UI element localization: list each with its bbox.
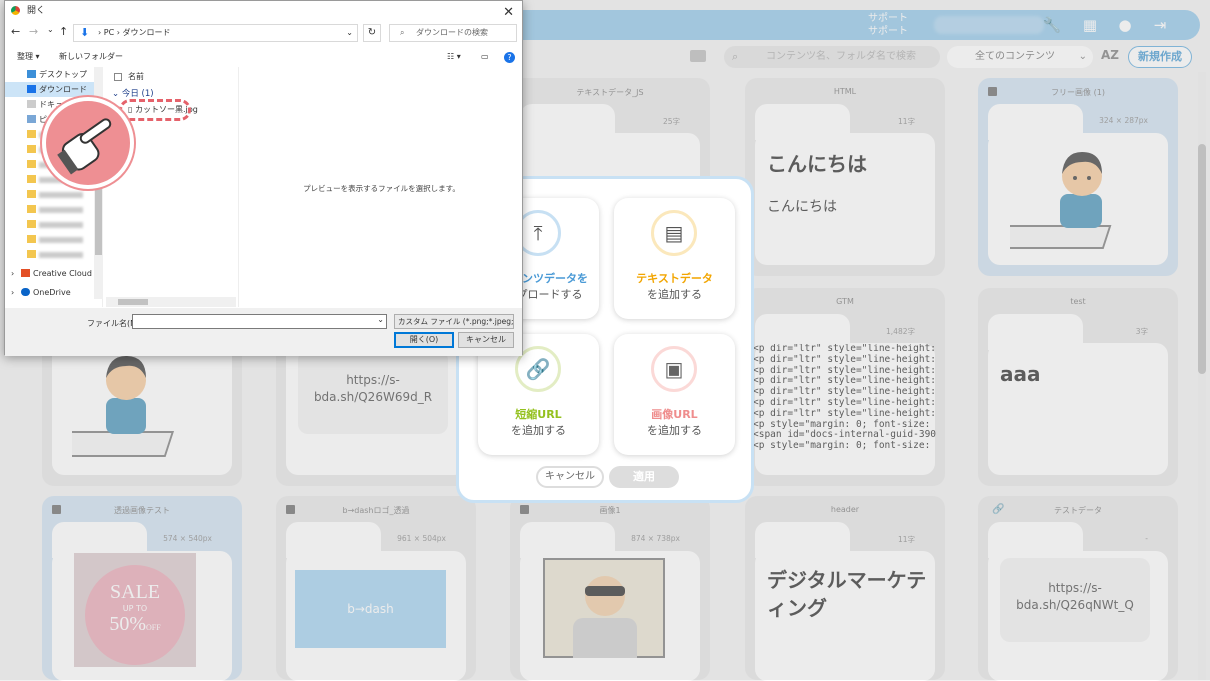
dialog-titlebar: 開く ✕	[5, 1, 522, 21]
group-header[interactable]: ⌄ 今日 (1)	[112, 87, 154, 99]
nav-item-folder[interactable]	[5, 247, 102, 262]
chevron-down-icon: ⌄	[377, 315, 384, 324]
nav-item-folder[interactable]	[5, 202, 102, 217]
new-folder-button[interactable]: 新しいフォルダー	[59, 47, 123, 67]
cancel-button[interactable]: キャンセル	[536, 466, 604, 488]
apply-button[interactable]: 適用	[609, 466, 679, 488]
chevron-down-icon: ⌄	[346, 28, 353, 37]
chrome-icon	[10, 5, 21, 16]
help-icon[interactable]: ?	[504, 52, 515, 63]
dialog-search-input[interactable]: ⌕ ダウンロードの検索	[389, 24, 517, 42]
nav-item-folder[interactable]	[5, 217, 102, 232]
filetype-select[interactable]: カスタム ファイル (*.png;*.jpeg;*.jp	[394, 314, 514, 329]
nav-item-desktop[interactable]: デスクトップ	[5, 67, 102, 82]
nav-item-downloads[interactable]: ダウンロード	[5, 82, 102, 97]
address-bar[interactable]: ⬇ › PC › ダウンロード ⌄	[73, 24, 358, 42]
add-image-url-option[interactable]: ▣ 画像URL を追加する	[614, 334, 735, 455]
forward-icon[interactable]: →	[29, 25, 38, 38]
nav-item-folder[interactable]	[5, 232, 102, 247]
nav-item-folder[interactable]	[5, 187, 102, 202]
nav-item-creative-cloud[interactable]: › Creative Cloud File	[5, 266, 102, 281]
add-text-option[interactable]: ▤ テキストデータ を追加する	[614, 198, 735, 319]
refresh-icon[interactable]: ↻	[363, 24, 381, 42]
image-link-icon: ▣	[651, 346, 697, 392]
search-icon: ⌕	[400, 28, 405, 37]
preview-pane: プレビューを表示するファイルを選択します。	[238, 67, 524, 307]
back-icon[interactable]: ←	[11, 25, 20, 38]
preview-pane-icon[interactable]: ▭	[481, 47, 489, 67]
filename-input[interactable]: ⌄	[132, 314, 387, 329]
dialog-footer: ファイル名(N): ⌄ カスタム ファイル (*.png;*.jpeg;*.jp…	[5, 308, 522, 356]
document-icon: ▤	[651, 210, 697, 256]
dialog-navbar: ← → ⌄ ↑ ⬇ › PC › ダウンロード ⌄ ↻ ⌕ ダウンロードの検索	[5, 22, 522, 44]
organize-button[interactable]: 整理 ▾	[17, 47, 40, 67]
download-icon: ⬇	[80, 26, 90, 39]
view-icon[interactable]: ☷ ▾	[447, 47, 461, 67]
pointing-hand-icon	[42, 97, 134, 189]
command-bar: 整理 ▾ 新しいフォルダー ☷ ▾ ▭ ?	[5, 47, 522, 67]
close-icon[interactable]: ✕	[503, 3, 514, 23]
up-icon[interactable]: ↑	[59, 25, 68, 38]
open-button[interactable]: 開く(O)	[394, 332, 454, 348]
file-list-scrollbar[interactable]	[106, 297, 236, 307]
column-header-name[interactable]: 名前	[114, 71, 144, 82]
dialog-cancel-button[interactable]: キャンセル	[458, 332, 514, 348]
nav-item-onedrive[interactable]: › OneDrive	[5, 285, 102, 300]
chevron-down-icon[interactable]: ⌄	[47, 25, 54, 34]
